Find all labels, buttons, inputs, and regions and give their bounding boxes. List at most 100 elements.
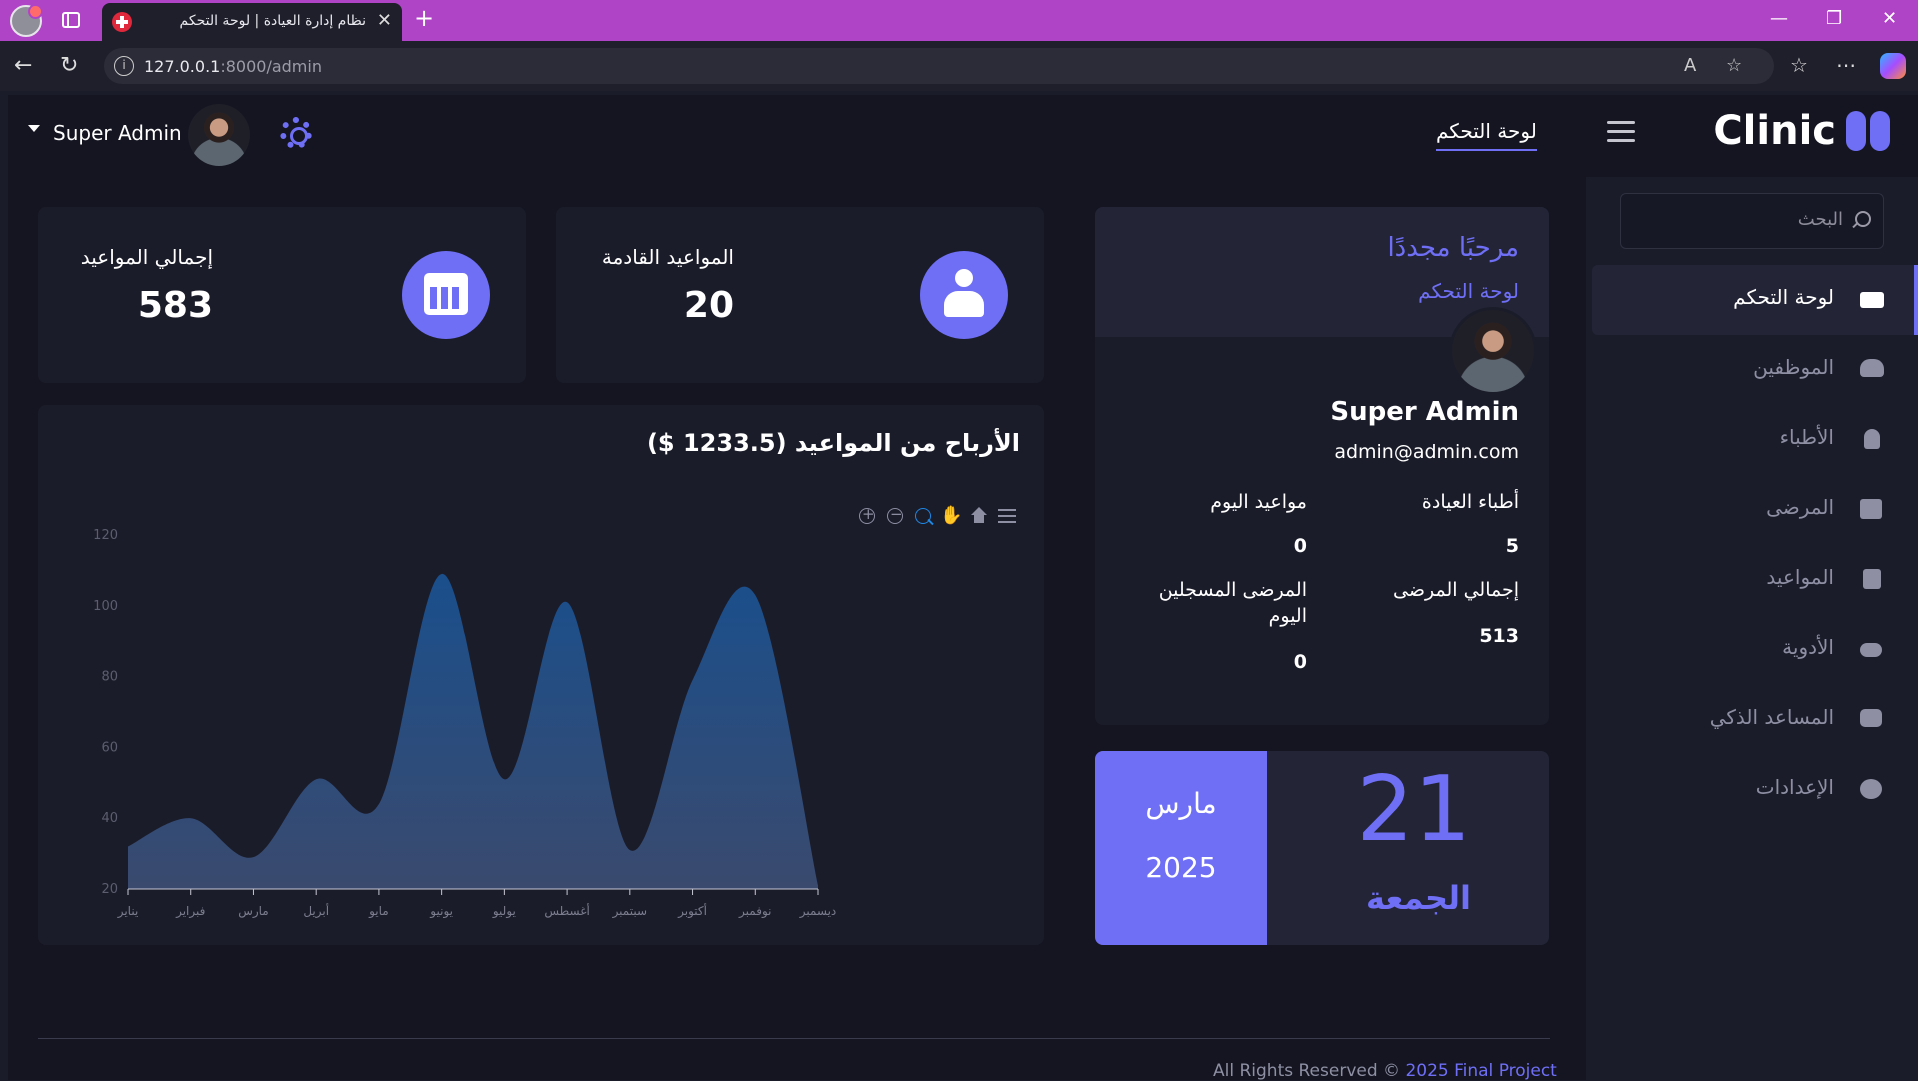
brand-logo[interactable]: Clinic [1713, 108, 1890, 154]
reload-icon[interactable]: ↻ [60, 53, 78, 78]
copilot-icon[interactable] [1880, 53, 1906, 79]
search-icon [1855, 211, 1871, 227]
sidebar-item-label: الأدوية [1782, 635, 1834, 659]
stat-value: 583 [137, 285, 213, 326]
minimize-icon[interactable]: — [1770, 8, 1788, 29]
doctor-icon [1860, 429, 1884, 451]
sidebar-item-medicines[interactable]: الأدوية [1592, 615, 1918, 685]
x-tick-label: مارس [238, 904, 269, 919]
x-tick-label: يونيو [429, 904, 453, 919]
address-bar-row: ← ↻ i 127.0.0.1:8000/admin A ☆ [0, 41, 1918, 91]
search-input[interactable]: البحث [1620, 193, 1884, 249]
date-year: 2025 [1145, 851, 1217, 884]
welcome-title: مرحبًا مجددًا [1387, 233, 1519, 263]
avatar [1449, 307, 1537, 395]
y-tick-label: 80 [101, 670, 118, 685]
date-weekday: الجمعة [1366, 879, 1471, 917]
doctors-label: أطباء العيادة [1421, 491, 1519, 513]
welcome-subtitle[interactable]: لوحة التحكم [1418, 279, 1519, 303]
welcome-card: مرحبًا مجددًا لوحة التحكم Super Admin ad… [1095, 207, 1549, 725]
chevron-down-icon[interactable] [28, 125, 40, 132]
x-tick-label: يناير [117, 904, 139, 919]
patient-icon [1860, 499, 1884, 521]
gear-icon[interactable] [280, 117, 312, 149]
restore-icon[interactable]: ❐ [1826, 8, 1842, 29]
y-tick-label: 20 [101, 882, 118, 897]
more-icon[interactable]: ⋯ [1836, 53, 1856, 77]
today-patients-value: 0 [1293, 651, 1307, 673]
sidebar-item-label: الإعدادات [1755, 775, 1834, 799]
footer-link[interactable]: 2025 Final Project [1405, 1061, 1556, 1081]
read-aloud-icon[interactable]: A [1684, 55, 1696, 76]
earnings-chart-card: الأرباح من المواعيد (1233.5 $) ✋ ينايرفب… [38, 405, 1044, 945]
url-field[interactable]: i 127.0.0.1:8000/admin A ☆ [104, 48, 1774, 84]
gears-icon [1860, 779, 1884, 801]
nav-link-dashboard[interactable]: لوحة التحكم [1436, 119, 1537, 151]
new-tab-icon[interactable]: + [414, 4, 434, 32]
sidebar-item-dashboard[interactable]: لوحة التحكم [1592, 265, 1918, 335]
area-series [128, 573, 818, 889]
total-patients-value: 513 [1479, 625, 1519, 647]
app-root: Super Admin لوحة التحكم Clinic البحث لوح… [8, 95, 1918, 1081]
sidebar-item-appointments[interactable]: المواعيد [1592, 545, 1918, 615]
sidebar-item-label: الأطباء [1779, 425, 1834, 449]
browser-tab[interactable]: نظام إدارة العيادة | لوحة التحكم ✕ [102, 3, 402, 41]
today-patients-label: المرضى المسجلين [1158, 579, 1307, 601]
today-appointments-label: مواعيد اليوم [1210, 491, 1307, 513]
upcoming-appointments-card: المواعيد القادمة 20 [556, 207, 1044, 383]
footer-copyright: All Rights Reserved © 2025 Final Project [1213, 1061, 1557, 1081]
user-name[interactable]: Super Admin [53, 121, 182, 145]
x-tick-label: فبراير [175, 904, 205, 919]
favorite-star-icon[interactable]: ☆ [1726, 55, 1742, 76]
close-tab-icon[interactable]: ✕ [377, 10, 392, 31]
avatar[interactable] [188, 104, 250, 166]
sidebar-item-label: الموظفين [1753, 355, 1834, 379]
x-tick-label: أغسطس [544, 903, 589, 919]
x-tick-label: أكتوبر [677, 903, 707, 919]
stat-title: المواعيد القادمة [601, 245, 734, 269]
y-tick-label: 40 [101, 811, 118, 826]
favorites-icon[interactable]: ☆ [1790, 53, 1808, 77]
top-navbar: Super Admin لوحة التحكم Clinic [8, 95, 1918, 177]
sidebar-item-label: المواعيد [1766, 565, 1834, 589]
sidebar-item-label: المرضى [1766, 495, 1834, 519]
profile-avatar-icon[interactable] [10, 4, 43, 37]
sidebar-item-employees[interactable]: الموظفين [1592, 335, 1918, 405]
browser-tab-bar: نظام إدارة العيادة | لوحة التحكم ✕ + — ❐… [0, 0, 1918, 41]
x-tick-label: سبتمبر [612, 904, 647, 919]
y-tick-label: 60 [101, 740, 118, 755]
close-window-icon[interactable]: ✕ [1882, 8, 1897, 29]
x-tick-label: مايو [368, 904, 389, 919]
url-text: 127.0.0.1:8000/admin [144, 57, 322, 76]
x-tick-label: ديسمبر [799, 904, 837, 919]
calendar-stat-icon [402, 251, 490, 339]
y-tick-label: 120 [93, 528, 118, 543]
stat-title: إجمالي المواعيد [80, 245, 213, 269]
menu-toggle-icon[interactable] [1607, 121, 1635, 143]
sidebar: البحث لوحة التحكم الموظفين الأطباء المرض… [1586, 177, 1918, 1080]
date-card: مارس 2025 21 الجمعة [1095, 751, 1549, 945]
sidebar-item-ai-assistant[interactable]: المساعد الذكي [1592, 685, 1918, 755]
footer-divider [38, 1038, 1550, 1039]
sidebar-item-patients[interactable]: المرضى [1592, 475, 1918, 545]
sidebar-item-doctors[interactable]: الأطباء [1592, 405, 1918, 475]
pills-icon [1860, 639, 1884, 661]
back-icon[interactable]: ← [14, 53, 32, 78]
site-info-icon[interactable]: i [114, 56, 134, 76]
search-placeholder: البحث [1797, 209, 1843, 230]
date-day: 21 [1356, 757, 1471, 862]
favicon-icon [112, 12, 132, 32]
stat-value: 20 [683, 285, 734, 326]
sidebar-item-settings[interactable]: الإعدادات [1592, 755, 1918, 825]
doctors-value: 5 [1505, 535, 1519, 557]
sidebar-menu: لوحة التحكم الموظفين الأطباء المرضى المو… [1592, 265, 1918, 825]
users-icon [1860, 359, 1884, 381]
brain-icon [1846, 111, 1890, 151]
x-tick-label: نوفمبر [738, 904, 771, 919]
x-tick-label: يوليو [492, 904, 516, 919]
calendar-icon [1860, 569, 1884, 591]
tab-actions-icon[interactable] [62, 12, 80, 28]
date-month: مارس [1145, 787, 1217, 820]
today-patients-label-line2: اليوم [1268, 605, 1307, 627]
total-patients-label: إجمالي المرضى [1393, 579, 1519, 601]
